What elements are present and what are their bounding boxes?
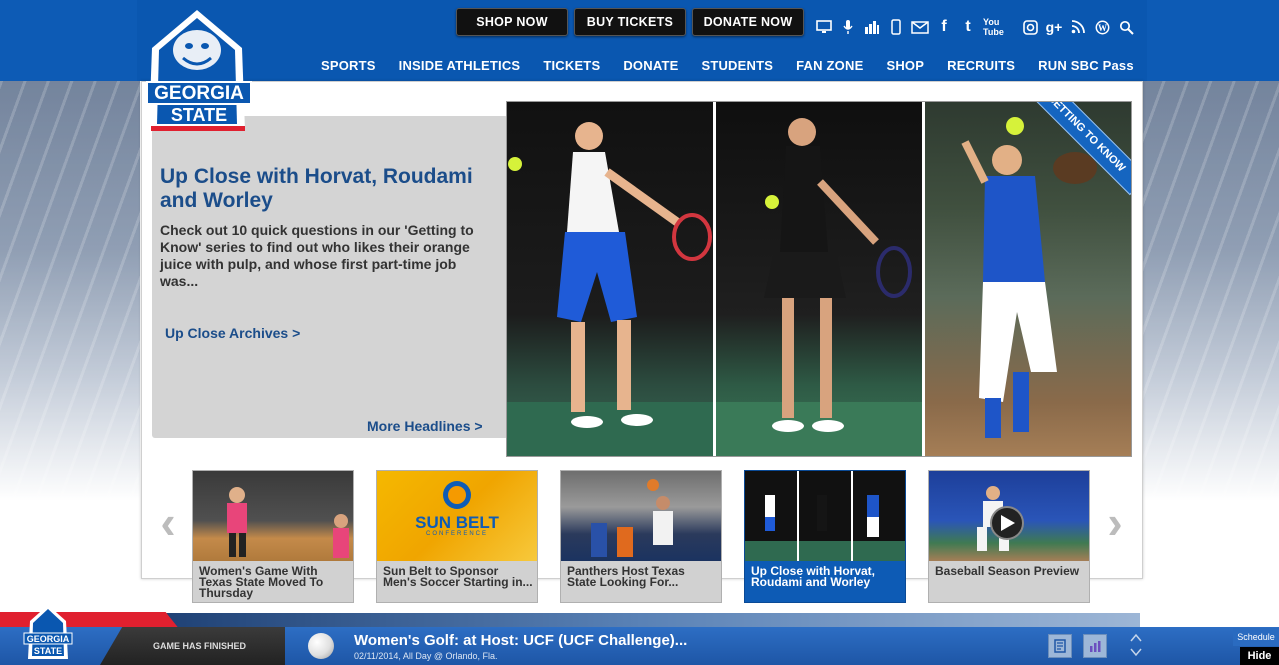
nav-shop[interactable]: SHOP <box>886 58 924 73</box>
main-navigation: SPORTS INSIDE ATHLETICS TICKETS DONATE S… <box>321 58 1157 73</box>
feature-hero-image[interactable]: GETTING TO KNOW <box>506 101 1132 457</box>
google-plus-icon[interactable]: g+ <box>1045 18 1063 36</box>
logo-text-line1: GEORGIA <box>154 83 244 104</box>
nav-run-sbc-pass[interactable]: RUN SBC Pass <box>1038 58 1134 73</box>
thumb-image-basketball-coach <box>193 471 353 561</box>
buy-tickets-button[interactable]: BUY TICKETS <box>574 8 686 36</box>
scorebar-logo-line1: GEORGIA <box>27 634 70 644</box>
carousel-next-arrow[interactable]: › <box>1100 499 1130 545</box>
more-headlines-link[interactable]: More Headlines > <box>367 418 483 434</box>
carousel-item[interactable]: SUN BELT CONFERENCE Sun Belt to Sponsor … <box>376 470 538 603</box>
thumb-image-basketball-game <box>561 471 721 561</box>
sun-belt-logo-subtext: CONFERENCE <box>425 531 488 537</box>
bottom-banner-strip <box>145 613 1140 627</box>
carousel-caption: Baseball Season Preview <box>935 564 1080 578</box>
game-status-label: GAME HAS FINISHED <box>100 627 285 665</box>
carousel-caption: Sun Belt to Sponsor Men's Soccer Startin… <box>383 564 533 589</box>
hero-pane-softball: GETTING TO KNOW <box>925 102 1131 456</box>
shop-now-button[interactable]: SHOP NOW <box>456 8 568 36</box>
feature-body: Check out 10 quick questions in our 'Get… <box>160 222 474 289</box>
svg-text:W: W <box>1098 23 1107 33</box>
schedule-tab[interactable]: Schedule <box>1233 628 1279 646</box>
twitter-icon[interactable]: t <box>959 18 977 36</box>
thumb-image-up-close <box>745 471 905 561</box>
nav-sports[interactable]: SPORTS <box>321 58 376 73</box>
donate-now-button[interactable]: DONATE NOW <box>692 8 804 36</box>
nav-fan-zone[interactable]: FAN ZONE <box>796 58 863 73</box>
mobile-icon[interactable] <box>887 18 905 36</box>
event-details: 02/11/2014, All Day @ Orlando, Fla. <box>354 651 498 661</box>
carousel-item-active[interactable]: Up Close with Horvat, Roudami and Worley <box>744 470 906 603</box>
scorebar-logo-line2: STATE <box>34 646 62 656</box>
event-title[interactable]: Women's Golf: at Host: UCF (UCF Challeng… <box>354 632 687 649</box>
up-close-archives-link[interactable]: Up Close Archives > <box>165 325 300 341</box>
feature-title[interactable]: Up Close with Horvat, Roudami and Worley <box>160 165 500 213</box>
social-icon-bar: f t You Tube g+ W <box>815 16 1135 38</box>
email-icon[interactable] <box>911 18 929 36</box>
carousel-item[interactable]: Baseball Season Preview <box>928 470 1090 603</box>
thumb-image-sun-belt-logo: SUN BELT CONFERENCE <box>377 471 537 561</box>
youtube-icon[interactable]: You Tube <box>983 17 1015 37</box>
carousel-item[interactable]: Women's Game With Texas State Moved To T… <box>192 470 354 603</box>
carousel-caption: Panthers Host Texas State Looking For... <box>567 564 685 589</box>
scorebar-logo[interactable]: GEORGIA STATE <box>22 603 74 663</box>
scroll-arrows-icon[interactable] <box>1129 632 1143 661</box>
hero-pane-tennis-male <box>507 102 713 456</box>
hero-pane-tennis-female <box>716 102 922 456</box>
hide-button[interactable]: Hide <box>1240 647 1279 665</box>
rss-icon[interactable] <box>1069 18 1087 36</box>
nav-donate[interactable]: DONATE <box>623 58 678 73</box>
recap-icon[interactable] <box>1048 634 1072 658</box>
golf-ball-icon <box>308 633 334 659</box>
carousel-prev-arrow[interactable]: ‹ <box>153 499 183 545</box>
search-icon[interactable] <box>1117 18 1135 36</box>
stadium-background-left <box>0 81 140 501</box>
stadium-background-right <box>1139 81 1279 501</box>
georgia-state-logo[interactable]: GEORGIA STATE <box>137 8 259 136</box>
nav-inside-athletics[interactable]: INSIDE ATHLETICS <box>399 58 521 73</box>
facebook-icon[interactable]: f <box>935 18 953 36</box>
wordpress-icon[interactable]: W <box>1093 18 1111 36</box>
stats-chart-icon[interactable] <box>1083 634 1107 658</box>
microphone-icon[interactable] <box>839 18 857 36</box>
carousel-item[interactable]: Panthers Host Texas State Looking For... <box>560 470 722 603</box>
nav-recruits[interactable]: RECRUITS <box>947 58 1015 73</box>
logo-text-line2: STATE <box>171 105 227 125</box>
stats-icon[interactable] <box>863 18 881 36</box>
carousel-caption: Up Close with Horvat, Roudami and Worley <box>751 564 876 589</box>
sun-belt-logo-text: SUN BELT <box>415 513 499 532</box>
nav-students[interactable]: STUDENTS <box>701 58 773 73</box>
thumb-image-baseball <box>929 471 1089 561</box>
tv-icon[interactable] <box>815 18 833 36</box>
carousel-caption: Women's Game With Texas State Moved To T… <box>199 564 324 600</box>
instagram-icon[interactable] <box>1021 18 1039 36</box>
nav-tickets[interactable]: TICKETS <box>543 58 600 73</box>
